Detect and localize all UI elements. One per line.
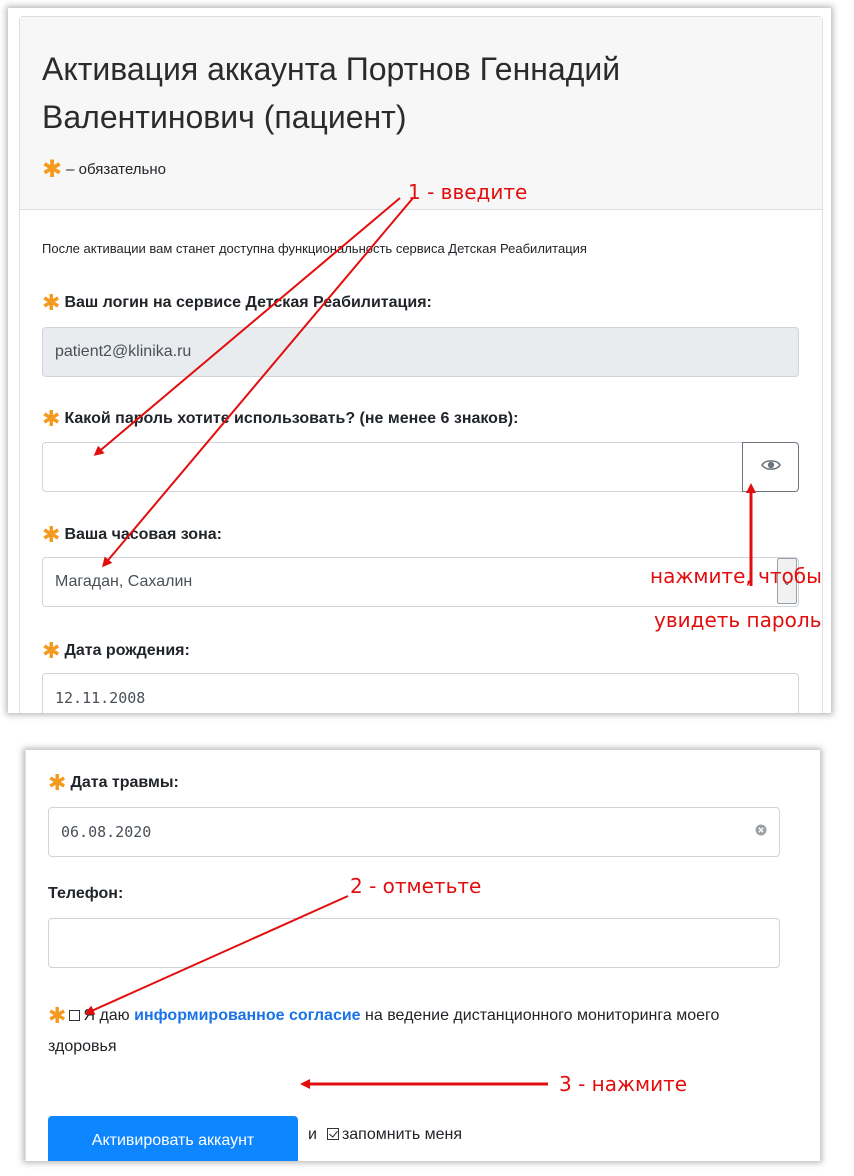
- birthdate-value: 12.11.2008: [55, 689, 146, 707]
- page-title: Активация аккаунта Портнов Геннадий Вале…: [42, 51, 621, 135]
- required-star-icon: ✱: [42, 291, 61, 316]
- annotation-step1: 1 - введите: [408, 180, 528, 204]
- login-value: patient2@klinika.ru: [55, 343, 192, 360]
- required-star-icon: ✱: [42, 155, 63, 183]
- annotation-eye-hint-line2: увидеть пароль: [654, 608, 822, 632]
- injury-date-field[interactable]: 06.08.2020: [48, 807, 780, 857]
- timezone-value: Магадан, Сахалин: [55, 573, 193, 590]
- password-label-text: Какой пароль хотите использовать? (не ме…: [64, 410, 519, 427]
- login-label-text: Ваш логин на сервисе Детская Реабилитаци…: [64, 294, 432, 311]
- required-note-text: – обязательно: [66, 161, 166, 178]
- login-label: ✱ Ваш логин на сервисе Детская Реабилитац…: [42, 291, 432, 316]
- birthdate-label-text: Дата рождения:: [64, 642, 190, 659]
- login-field: patient2@klinika.ru: [42, 327, 799, 377]
- remember-me-checkbox[interactable]: [326, 1128, 339, 1140]
- consent-link[interactable]: информированное согласие: [134, 1007, 360, 1024]
- password-label: ✱ Какой пароль хотите использовать? (не м…: [42, 407, 518, 432]
- required-star-icon: ✱: [48, 1004, 67, 1029]
- eye-icon: [760, 458, 781, 477]
- intro-text: После активации вам станет доступна функ…: [42, 241, 587, 256]
- injury-date-value: 06.08.2020: [61, 823, 152, 841]
- remember-prefix: и: [308, 1126, 317, 1143]
- required-star-icon: ✱: [48, 771, 67, 796]
- activation-card-bottom: ✱ Дата травмы: 06.08.2020 Телефон: ✱ Я даю…: [25, 750, 820, 1161]
- timezone-label: ✱ Ваша часовая зона:: [42, 523, 222, 548]
- activation-form-top-screenshot: Активация аккаунта Портнов Геннадий Вале…: [8, 8, 831, 713]
- required-star-icon: ✱: [42, 407, 61, 432]
- clear-x-icon[interactable]: [755, 823, 767, 841]
- password-field[interactable]: [42, 442, 743, 492]
- required-note: ✱ – обязательно: [42, 155, 166, 183]
- birthdate-label: ✱ Дата рождения:: [42, 639, 190, 664]
- consent-checkbox[interactable]: [69, 1010, 81, 1021]
- required-star-icon: ✱: [42, 523, 61, 548]
- required-star-icon: ✱: [42, 639, 61, 664]
- remember-me: и запомнить меня: [308, 1126, 462, 1144]
- phone-label: Телефон:: [48, 885, 124, 902]
- activation-form-bottom-screenshot: ✱ Дата травмы: 06.08.2020 Телефон: ✱ Я даю…: [25, 750, 820, 1161]
- consent-prefix: Я даю: [83, 1007, 130, 1024]
- consent-block: ✱ Я даю информированное согласие на веден…: [48, 1001, 768, 1062]
- annotation-eye-hint-line1: нажмите, чтобы: [650, 564, 822, 588]
- activate-account-button[interactable]: Активировать аккаунт: [48, 1116, 298, 1161]
- injury-date-label: ✱ Дата травмы:: [48, 771, 179, 796]
- timezone-label-text: Ваша часовая зона:: [64, 526, 222, 543]
- annotation-step2: 2 - отметьте: [350, 874, 482, 898]
- injury-date-label-text: Дата травмы:: [70, 774, 179, 791]
- show-password-button[interactable]: [742, 442, 799, 492]
- remember-me-label[interactable]: запомнить меня: [342, 1126, 462, 1143]
- birthdate-field[interactable]: 12.11.2008: [42, 673, 799, 713]
- annotation-step3: 3 - нажмите: [559, 1072, 688, 1096]
- phone-field[interactable]: [48, 918, 780, 968]
